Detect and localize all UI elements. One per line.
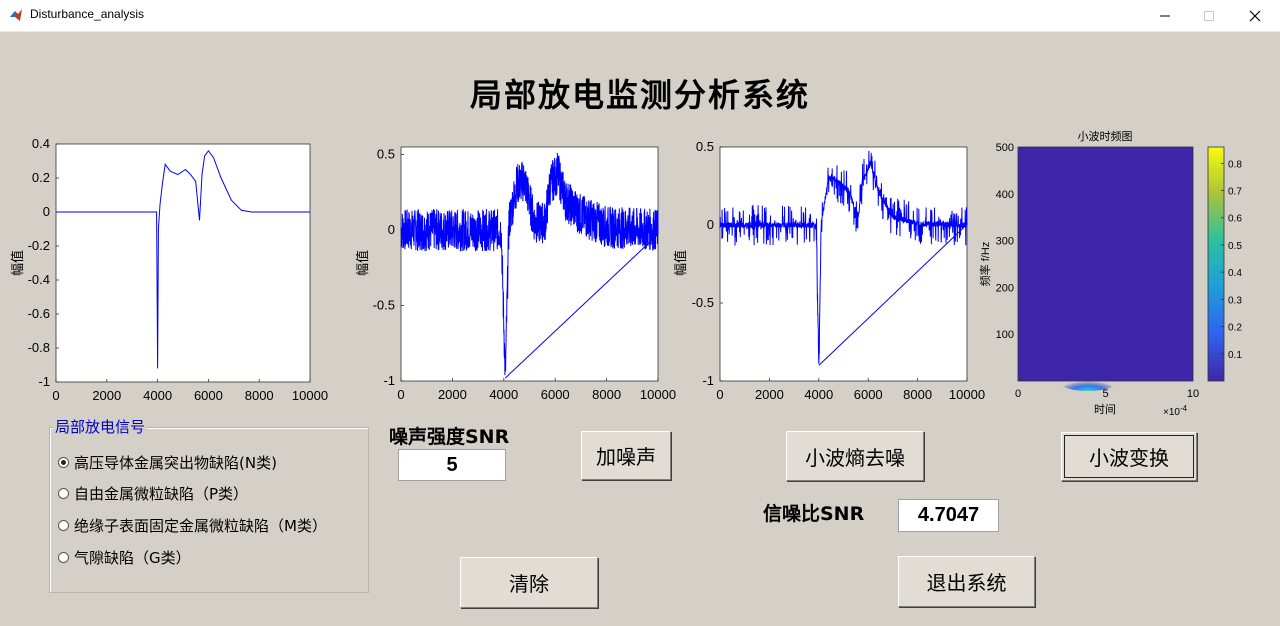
y-tick-label: -0.2	[28, 238, 50, 253]
x-tick-label: 8000	[903, 387, 932, 402]
colorbar-tick-label: 0.4	[1228, 268, 1242, 279]
noise-snr-input[interactable]: 5	[398, 449, 506, 481]
window-titlebar[interactable]: Disturbance_analysis	[0, 0, 1280, 32]
radio-label: 气隙缺陷（G类）	[74, 549, 191, 567]
y-tick-label: -0.5	[692, 295, 714, 310]
close-icon	[1249, 10, 1261, 21]
y-tick-label: 400	[996, 189, 1014, 201]
radio-option-g-class[interactable]: 气隙缺陷（G类）	[58, 547, 191, 568]
x-tick-label: 0	[1015, 388, 1021, 400]
x-tick-label: 6000	[541, 387, 570, 402]
x-tick-label: 5	[1102, 388, 1108, 400]
colorbar-tick-label: 0.2	[1228, 323, 1242, 334]
original-signal-plot: 0 2000 4000 6000 8000 10000 0.4 0.2 0 -0.2 -0.4 -0.…	[10, 136, 328, 403]
wavelet-denoise-button[interactable]: 小波熵去噪	[786, 431, 924, 481]
close-button[interactable]	[1232, 0, 1278, 31]
result-snr-output: 4.7047	[898, 499, 999, 532]
spectrogram-y-label: 频率 f/Hz	[978, 242, 992, 287]
clear-button[interactable]: 清除	[460, 557, 598, 608]
colorbar-tick-label: 0.1	[1228, 350, 1242, 361]
spectrogram-title: 小波时频图	[1078, 129, 1133, 143]
plot-axes-box	[400, 146, 659, 382]
matlab-icon	[10, 9, 22, 21]
y-tick-label: 0.2	[32, 170, 50, 185]
x-tick-label: 6000	[854, 387, 883, 402]
radio-label: 绝缘子表面固定金属微粒缺陷（M类）	[74, 517, 327, 535]
colorbar-tick-label: 0.8	[1228, 159, 1242, 170]
radio-label: 自由金属微粒缺陷（P类）	[74, 485, 249, 503]
colorbar	[1207, 146, 1225, 382]
noise-snr-label: 噪声强度SNR	[389, 426, 510, 448]
y-tick-label: 300	[996, 236, 1014, 248]
x-tick-label: 0	[397, 387, 404, 402]
spectrogram-energy-spot	[1058, 371, 1118, 391]
radio-unselected-icon[interactable]	[58, 488, 69, 499]
x-tick-label: 10000	[292, 388, 328, 403]
spectrogram-x-label: 时间	[1094, 403, 1116, 416]
y-axis-label: 幅值	[10, 250, 25, 276]
y-tick-label: -1	[383, 373, 395, 388]
colorbar-tick-label: 0.5	[1228, 241, 1242, 252]
page-title: 局部放电监测分析系统	[469, 76, 810, 114]
radio-option-n-class[interactable]: 高压导体金属突出物缺陷(N类)	[58, 452, 277, 473]
radio-option-p-class[interactable]: 自由金属微粒缺陷（P类）	[58, 483, 248, 504]
y-tick-label: -0.6	[28, 306, 50, 321]
y-tick-label: 0	[388, 222, 395, 237]
noisy-signal-plot: 0 2000 4000 6000 8000 100000.50-0.5-1 幅值	[355, 146, 676, 402]
colorbar-tick-label: 0.6	[1228, 214, 1242, 225]
y-tick-label: 200	[996, 282, 1014, 294]
y-tick-label: 500	[996, 142, 1014, 154]
x-tick-label: 2000	[92, 388, 121, 403]
colorbar-tick-label: 0.3	[1228, 295, 1242, 306]
radio-selected-icon[interactable]	[58, 457, 69, 468]
x-tick-label: 4000	[804, 387, 833, 402]
y-tick-label: 0	[707, 217, 714, 232]
signal-type-group-title: 局部放电信号	[53, 416, 148, 437]
radio-unselected-icon[interactable]	[58, 552, 69, 563]
y-tick-label: -0.4	[28, 272, 50, 287]
y-tick-label: 0.4	[32, 136, 50, 151]
y-tick-label: -1	[38, 374, 50, 389]
y-axis-label: 幅值	[673, 250, 688, 276]
x-tick-label: 8000	[245, 388, 274, 403]
y-tick-label: -1	[702, 373, 714, 388]
x-tick-label: 4000	[143, 388, 172, 403]
x-exponent: ×10-4	[1163, 404, 1188, 418]
x-tick-label: 0	[716, 387, 723, 402]
spectrogram-area	[1017, 146, 1194, 382]
radio-unselected-icon[interactable]	[58, 520, 69, 531]
add-noise-button[interactable]: 加噪声	[581, 431, 671, 480]
denoised-signal-plot: 0 2000 4000 6000 8000 100000.50-0.5-1 幅值	[673, 139, 985, 402]
y-tick-label: -0.5	[373, 298, 395, 313]
y-tick-label: 0	[43, 204, 50, 219]
x-tick-label: 2000	[755, 387, 784, 402]
wavelet-spectrogram-plot: 小波时频图 0 5 10 500 400 300 200 100 频率 f/Hz 时间 ×10…	[978, 129, 1242, 418]
x-tick-label: 6000	[194, 388, 223, 403]
radio-option-m-class[interactable]: 绝缘子表面固定金属微粒缺陷（M类）	[58, 515, 327, 536]
window-title: Disturbance_analysis	[30, 7, 145, 21]
y-tick-label: 0.5	[696, 139, 714, 154]
maximize-icon	[1204, 10, 1214, 21]
x-tick-label: 10	[1187, 388, 1199, 400]
plot-axes-box	[55, 143, 311, 383]
minimize-button[interactable]	[1142, 0, 1188, 31]
exit-button[interactable]: 退出系统	[898, 556, 1035, 607]
minimize-icon	[1160, 15, 1170, 16]
wavelet-transform-button[interactable]: 小波变换	[1061, 432, 1197, 481]
radio-label: 高压导体金属突出物缺陷(N类)	[74, 454, 277, 472]
x-tick-label: 8000	[592, 387, 621, 402]
y-axis-label: 幅值	[355, 250, 370, 276]
colorbar-tick-label: 0.7	[1228, 187, 1242, 198]
y-tick-label: -0.8	[28, 340, 50, 355]
result-snr-label: 信噪比SNR	[763, 503, 865, 525]
x-tick-label: 4000	[489, 387, 518, 402]
y-tick-label: 0.5	[377, 147, 395, 162]
maximize-button[interactable]	[1186, 0, 1232, 31]
y-tick-label: 100	[996, 329, 1014, 341]
x-tick-label: 0	[52, 388, 59, 403]
x-tick-label: 2000	[438, 387, 467, 402]
